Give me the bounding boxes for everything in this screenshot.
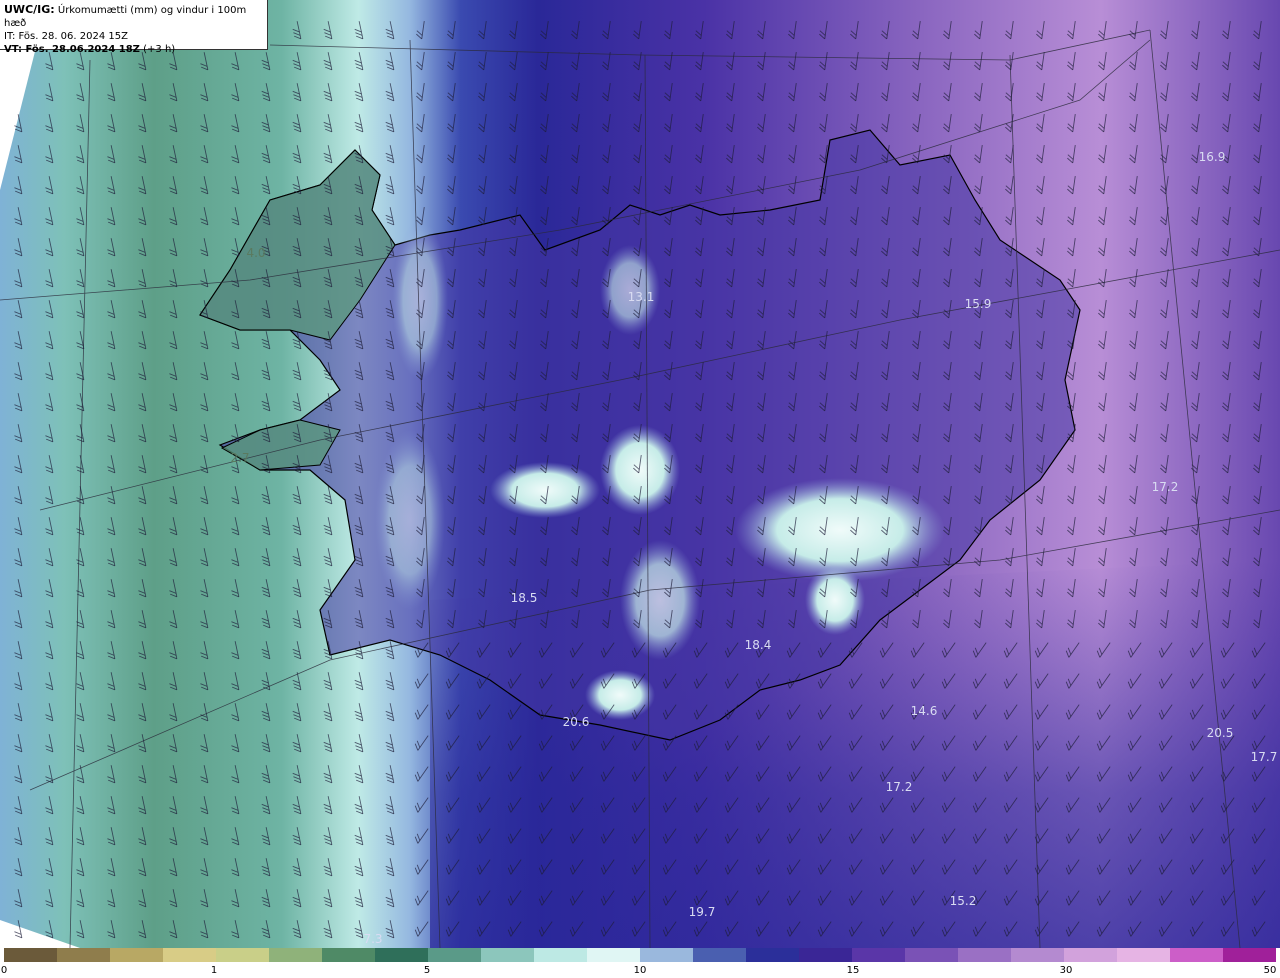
colorbar-segment (481, 948, 534, 962)
colorbar-segment (958, 948, 1011, 962)
model-code: UWC/IG: (4, 3, 55, 16)
lead-time: (+3 h) (143, 44, 176, 55)
colorbar-tick: 15 (846, 965, 860, 976)
value-label: 19.7 (688, 905, 716, 919)
colorbar-segment (216, 948, 269, 962)
value-label: 2.7 (230, 451, 250, 465)
map-title-box: UWC/IG: Úrkomumætti (mm) og vindur i 100… (0, 0, 268, 55)
colorbar-tick: 0 (0, 965, 8, 976)
colorbar-segment (1064, 948, 1117, 962)
value-label: 17.2 (885, 780, 913, 794)
colorbar-segment (110, 948, 163, 962)
colorbar-segment (799, 948, 852, 962)
colorbar-tick: 1 (210, 965, 218, 976)
colorbar-segment (746, 948, 799, 962)
value-label: 20.5 (1206, 726, 1234, 740)
colorbar-tick: 5 (423, 965, 431, 976)
colorbar-segment (852, 948, 905, 962)
colorbar-segment (428, 948, 481, 962)
value-label: 17.7 (1250, 750, 1278, 764)
value-label: 20.6 (562, 715, 590, 729)
colorbar-tick: 30 (1059, 965, 1073, 976)
colorbar-segment (163, 948, 216, 962)
value-label: 16.9 (1198, 150, 1226, 164)
valid-time: VT: Fös. 28.06.2024 18Z (4, 44, 140, 55)
value-label: 18.5 (510, 591, 538, 605)
value-label: 7.3 (363, 932, 383, 946)
colorbar-strip (4, 948, 1276, 962)
value-label: 18.4 (744, 638, 772, 652)
colorbar-segment (57, 948, 110, 962)
value-label: 13.1 (627, 290, 655, 304)
colorbar-segment (1170, 948, 1223, 962)
colorbar-segment (905, 948, 958, 962)
colorbar-segment (375, 948, 428, 962)
precipitation-colorbar: 0 1 5 10 15 30 50 (0, 948, 1280, 978)
colorbar-segment (693, 948, 746, 962)
colorbar-segment (4, 948, 57, 962)
init-time: IT: Fös. 28. 06. 2024 15Z (4, 31, 128, 42)
value-label: 17.2 (1151, 480, 1179, 494)
colorbar-segment (1223, 948, 1276, 962)
colorbar-segment (1011, 948, 1064, 962)
colorbar-tick: 10 (633, 965, 647, 976)
value-label: 15.9 (964, 297, 992, 311)
colorbar-segment (1117, 948, 1170, 962)
precipitation-wind-map (0, 0, 1280, 948)
value-label: 14.6 (910, 704, 938, 718)
colorbar-tick: 50 (1263, 965, 1277, 976)
value-label: 4.0 (246, 246, 266, 260)
colorbar-segment (640, 948, 693, 962)
colorbar-segment (534, 948, 587, 962)
colorbar-segment (322, 948, 375, 962)
value-label: 15.2 (949, 894, 977, 908)
colorbar-segment (269, 948, 322, 962)
colorbar-segment (587, 948, 640, 962)
